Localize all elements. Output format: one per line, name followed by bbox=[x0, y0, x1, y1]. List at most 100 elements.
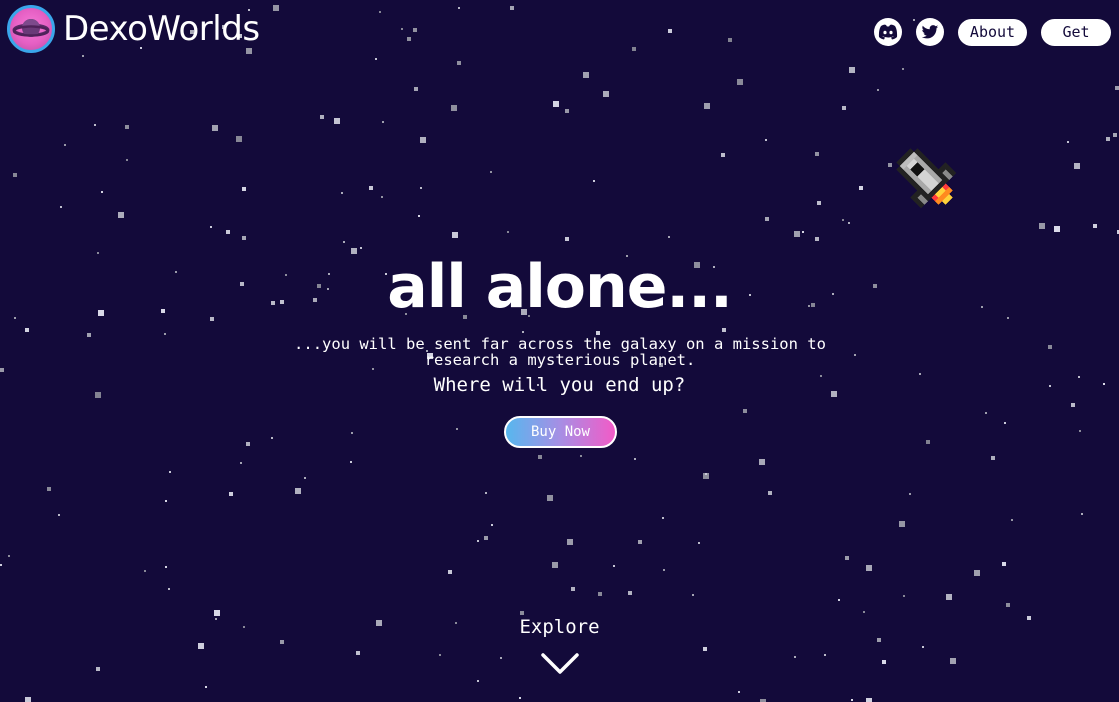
star bbox=[477, 540, 479, 542]
star bbox=[849, 67, 855, 73]
chevron-down-icon[interactable] bbox=[541, 652, 579, 676]
star bbox=[854, 354, 856, 356]
star bbox=[738, 691, 740, 693]
star bbox=[1071, 403, 1075, 407]
star bbox=[765, 139, 767, 141]
star bbox=[379, 11, 381, 13]
star bbox=[1081, 513, 1083, 515]
star bbox=[974, 570, 980, 576]
brand-logo[interactable]: DexoWorlds bbox=[7, 5, 260, 53]
star bbox=[662, 517, 664, 519]
star bbox=[866, 565, 872, 571]
star bbox=[58, 514, 60, 516]
star bbox=[484, 536, 488, 540]
star bbox=[899, 521, 905, 527]
star bbox=[698, 542, 700, 544]
star bbox=[47, 487, 51, 491]
hero-title: all alone... bbox=[387, 252, 733, 322]
explore-label[interactable]: Explore bbox=[0, 616, 1119, 638]
star bbox=[759, 459, 765, 465]
page: DexoWorlds About Get all alone... ...you… bbox=[0, 0, 1119, 702]
star bbox=[168, 588, 170, 590]
star bbox=[452, 232, 458, 238]
star bbox=[439, 654, 441, 656]
brand-name: DexoWorlds bbox=[63, 9, 260, 49]
star bbox=[842, 106, 846, 110]
star bbox=[491, 524, 493, 526]
star bbox=[668, 29, 672, 33]
star bbox=[877, 638, 881, 642]
discord-icon[interactable] bbox=[874, 18, 902, 46]
twitter-icon[interactable] bbox=[916, 18, 944, 46]
star bbox=[343, 241, 345, 243]
star bbox=[490, 171, 492, 173]
star bbox=[598, 592, 602, 596]
top-nav: About Get bbox=[874, 18, 1111, 46]
star bbox=[448, 570, 452, 574]
star bbox=[350, 461, 352, 463]
star bbox=[169, 471, 171, 473]
star bbox=[477, 680, 479, 682]
star bbox=[420, 137, 426, 143]
star bbox=[768, 491, 772, 495]
hero-subtitle: ...you will be sent far across the galax… bbox=[294, 335, 826, 369]
star bbox=[246, 442, 250, 446]
star bbox=[101, 191, 103, 193]
star bbox=[628, 591, 632, 595]
star bbox=[721, 153, 725, 157]
star bbox=[1079, 430, 1081, 432]
star bbox=[87, 333, 91, 337]
about-button[interactable]: About bbox=[958, 18, 1027, 46]
star bbox=[271, 437, 273, 439]
star bbox=[851, 699, 853, 701]
buy-now-button[interactable]: Buy Now bbox=[504, 416, 617, 448]
star bbox=[25, 328, 29, 332]
star bbox=[946, 594, 952, 600]
star bbox=[382, 121, 384, 123]
star bbox=[985, 412, 987, 414]
star bbox=[547, 495, 553, 501]
star bbox=[553, 101, 559, 107]
star bbox=[765, 217, 769, 221]
star bbox=[118, 212, 124, 218]
star bbox=[613, 565, 615, 567]
star bbox=[164, 333, 166, 335]
star bbox=[926, 440, 930, 444]
star bbox=[381, 196, 383, 198]
star bbox=[320, 115, 324, 119]
get-button[interactable]: Get bbox=[1041, 18, 1111, 46]
star bbox=[838, 599, 840, 601]
star bbox=[722, 328, 726, 332]
star bbox=[632, 47, 636, 51]
star bbox=[1067, 141, 1069, 143]
star bbox=[922, 646, 924, 648]
star bbox=[1039, 223, 1045, 229]
star bbox=[25, 697, 31, 702]
star bbox=[703, 647, 707, 651]
star bbox=[1093, 224, 1097, 228]
star bbox=[888, 163, 892, 167]
star bbox=[866, 698, 872, 702]
star bbox=[165, 500, 167, 502]
star bbox=[229, 492, 233, 496]
star bbox=[728, 38, 732, 42]
star bbox=[802, 231, 804, 233]
star bbox=[522, 331, 524, 333]
star bbox=[668, 236, 670, 238]
star bbox=[60, 206, 62, 208]
star bbox=[565, 109, 569, 113]
star bbox=[704, 103, 710, 109]
star bbox=[458, 7, 460, 9]
star bbox=[603, 91, 609, 97]
star bbox=[500, 657, 502, 659]
star bbox=[273, 5, 279, 11]
star bbox=[210, 226, 212, 228]
hero-question: Where will you end up? bbox=[433, 374, 686, 396]
star bbox=[565, 237, 569, 241]
star bbox=[457, 61, 461, 65]
star bbox=[372, 368, 374, 370]
star bbox=[356, 651, 360, 655]
star bbox=[705, 473, 707, 475]
star bbox=[94, 124, 96, 126]
star bbox=[519, 697, 521, 699]
